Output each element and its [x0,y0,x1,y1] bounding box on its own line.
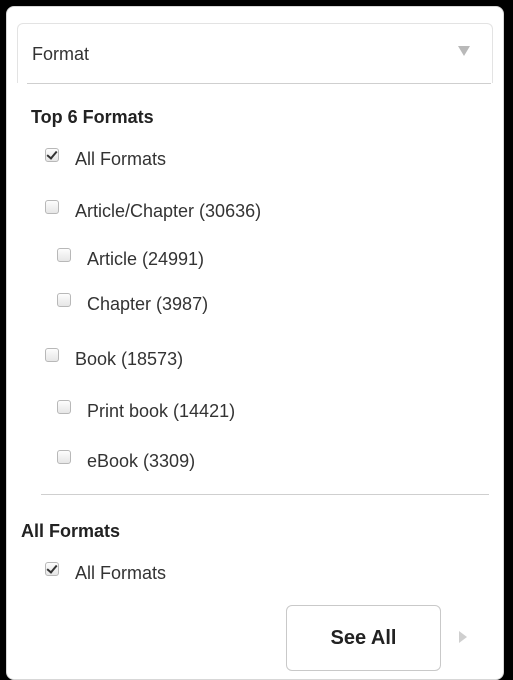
see-all-button[interactable]: See All [286,605,441,671]
option-label: Article/Chapter (30636) [75,201,262,221]
next-arrow-icon[interactable] [459,631,467,643]
header-divider [27,83,491,84]
screen-frame: Format Top 6 Formats All Formats Article… [0,0,513,680]
checkbox-book[interactable] [45,347,59,362]
option-label: eBook (3309) [87,451,196,471]
panel-title: Format [32,44,90,64]
option-book[interactable]: Book (18573) [45,347,184,370]
option-ebook[interactable]: eBook (3309) [57,449,196,472]
checkbox-chapter[interactable] [57,292,71,307]
collapse-triangle-icon[interactable] [458,46,470,56]
format-filter-panel: Format Top 6 Formats All Formats Article… [6,6,504,680]
option-article-chapter[interactable]: Article/Chapter (30636) [45,199,262,222]
option-label: Chapter (3987) [87,294,209,314]
all-formats-heading: All Formats [21,521,121,541]
option-print-book[interactable]: Print book (14421) [57,399,236,422]
option-label: Print book (14421) [87,401,236,421]
option-all-formats-bottom[interactable]: All Formats [45,561,167,584]
option-label: Article (24991) [87,249,205,269]
option-all-formats-top[interactable]: All Formats [45,147,167,170]
option-chapter[interactable]: Chapter (3987) [57,292,209,315]
checkbox-all-formats-top[interactable] [45,147,59,162]
checkbox-all-formats-bottom[interactable] [45,561,59,576]
checkbox-print-book[interactable] [57,399,71,414]
checkbox-article-chapter[interactable] [45,199,59,214]
option-label: All Formats [75,563,167,583]
option-label: All Formats [75,149,167,169]
section-divider [41,494,489,495]
checkbox-article[interactable] [57,247,71,262]
top-formats-heading: Top 6 Formats [31,107,154,127]
checkbox-ebook[interactable] [57,449,71,464]
option-label: Book (18573) [75,349,184,369]
format-panel-header[interactable]: Format [17,23,493,83]
option-article[interactable]: Article (24991) [57,247,205,270]
